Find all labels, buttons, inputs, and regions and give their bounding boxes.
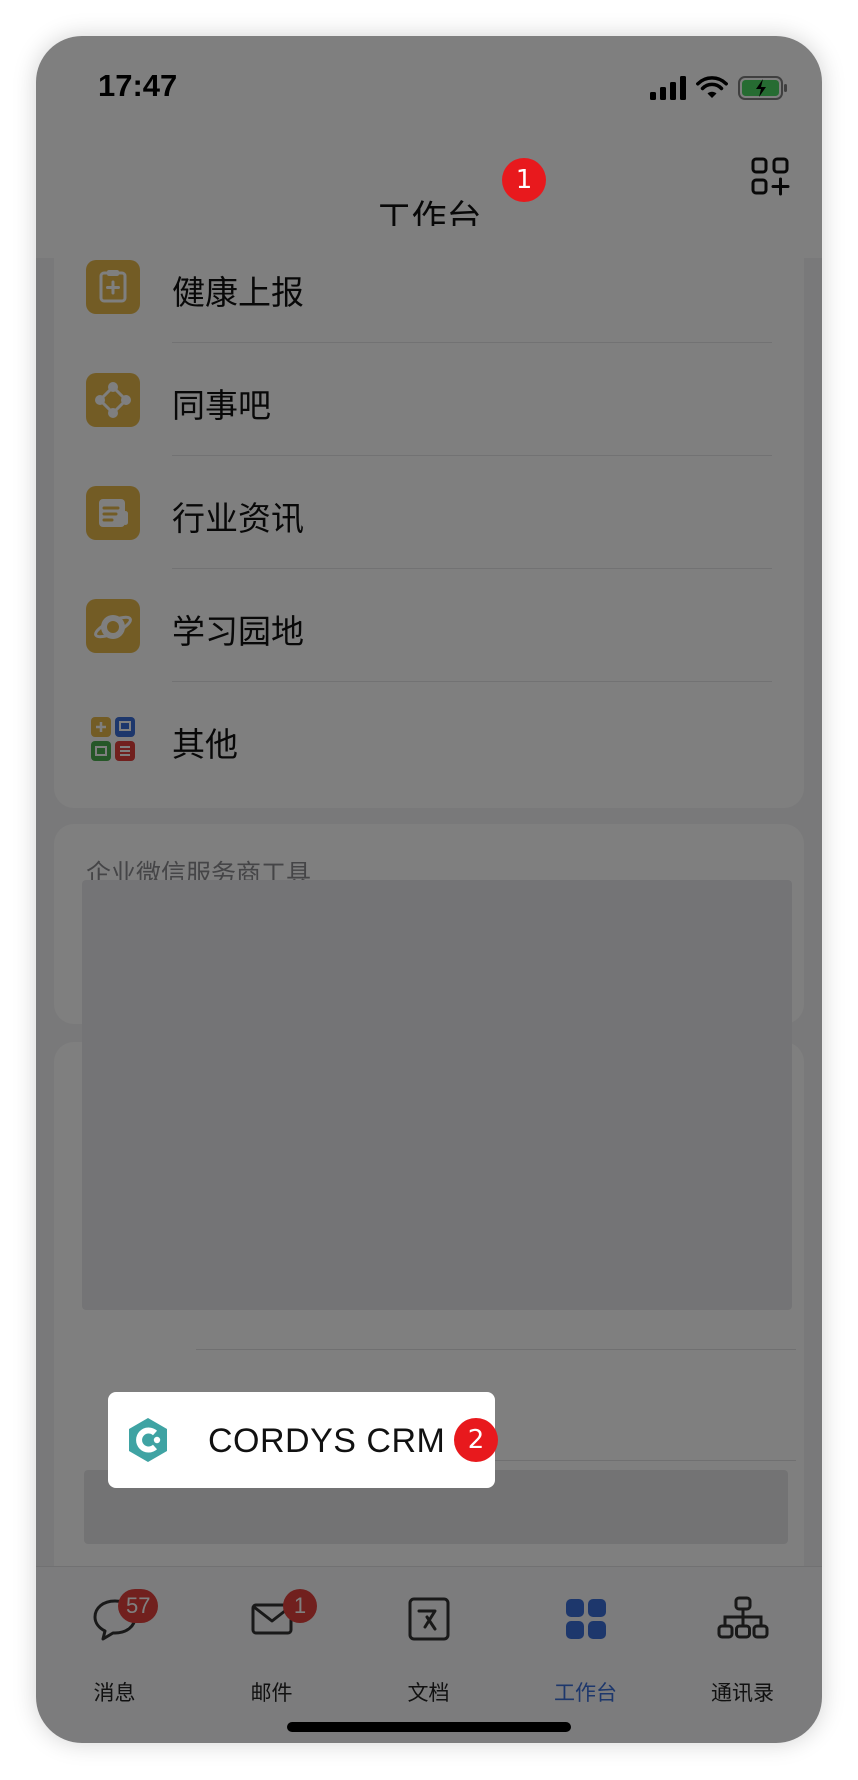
cordys-crm-app-item[interactable]: CORDYS CRM bbox=[108, 1392, 495, 1488]
app-label: CORDYS CRM bbox=[208, 1422, 446, 1460]
cordys-crm-logo bbox=[129, 1418, 167, 1462]
phone-screen: 17:47 工作台 bbox=[36, 36, 822, 1743]
step-marker-1: 1 bbox=[502, 158, 546, 202]
home-indicator bbox=[287, 1722, 571, 1732]
step-marker-2: 2 bbox=[454, 1418, 498, 1462]
